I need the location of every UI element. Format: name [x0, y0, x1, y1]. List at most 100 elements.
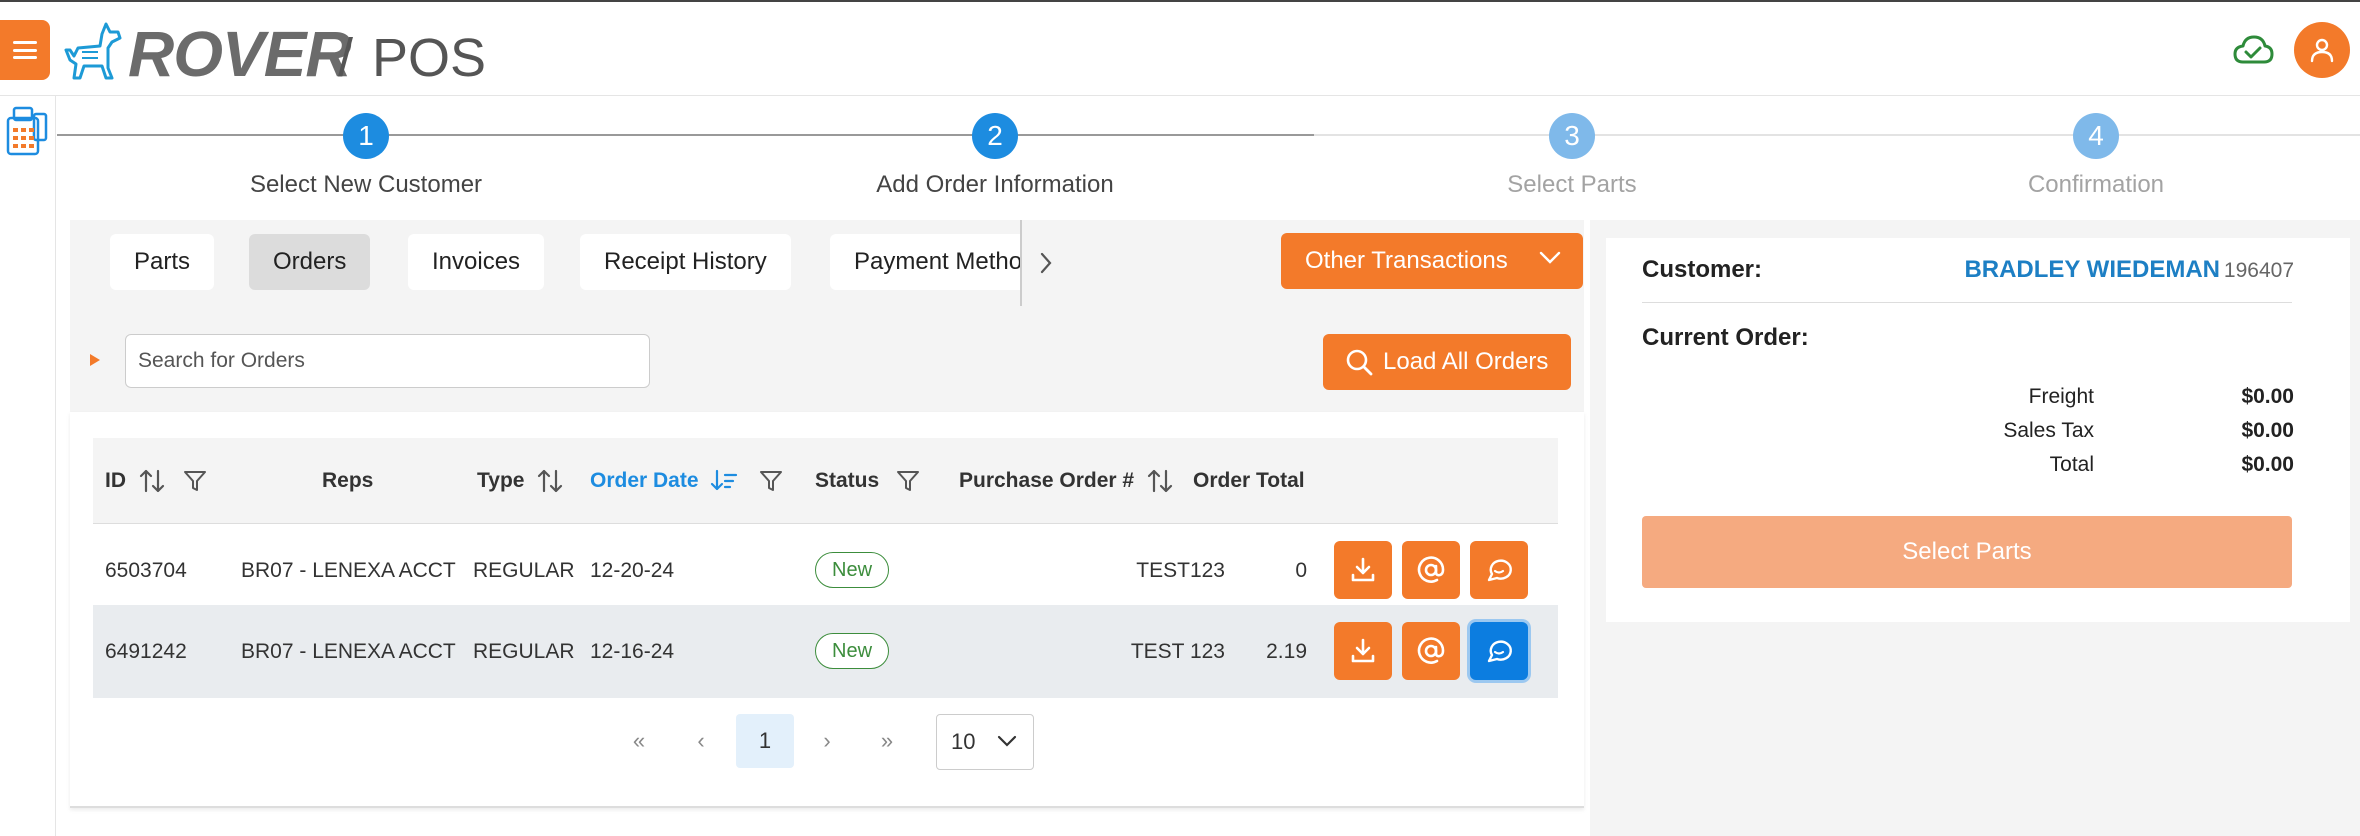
customer-label: Customer:: [1642, 256, 1763, 283]
cell-reps: BR07 - LENEXA ACCT: [241, 640, 456, 663]
left-rail: [0, 96, 56, 836]
download-button[interactable]: [1334, 622, 1392, 680]
tab-orders[interactable]: Orders: [249, 234, 371, 290]
customer-name-link[interactable]: BRADLEY WIEDEMAN: [1964, 256, 2220, 284]
select-parts-button[interactable]: Select Parts: [1642, 516, 2292, 588]
tab-invoices[interactable]: Invoices: [408, 234, 545, 290]
step-add-order-info[interactable]: 2 Add Order Information: [815, 113, 1175, 199]
hamburger-icon: [13, 41, 37, 59]
step-label: Select Parts: [1507, 171, 1637, 198]
divider: [1642, 302, 2292, 303]
orders-table-panel: ID Reps Type Order Date Status Purchase …: [70, 412, 1584, 808]
expand-filters-icon[interactable]: [90, 354, 100, 366]
chat-icon: [1487, 559, 1512, 582]
page-size-select[interactable]: 10: [936, 714, 1034, 770]
column-header-order-date[interactable]: Order Date: [590, 438, 784, 524]
cell-id: 6491242: [105, 640, 187, 663]
register-icon[interactable]: [4, 104, 48, 156]
email-button[interactable]: [1402, 622, 1460, 680]
menu-button[interactable]: [0, 20, 50, 80]
chevron-right-icon: [1040, 252, 1052, 274]
sort-descending-icon[interactable]: [710, 467, 738, 495]
prev-page-button[interactable]: ‹: [676, 714, 726, 768]
cell-purchase-order: TEST123: [1136, 559, 1225, 582]
cell-order-total: 2.19: [1266, 640, 1307, 663]
step-number: 4: [2073, 113, 2119, 159]
sales-tax-value: $0.00: [2241, 419, 2294, 442]
column-header-status[interactable]: Status: [815, 438, 921, 524]
cell-type: REGULAR: [473, 559, 575, 582]
cell-reps: BR07 - LENEXA ACCT: [241, 559, 456, 582]
step-select-parts[interactable]: 3 Select Parts: [1392, 113, 1752, 199]
email-icon: [1417, 556, 1445, 583]
email-icon: [1417, 637, 1445, 664]
status-badge: New: [815, 633, 890, 669]
sort-icon[interactable]: [1146, 467, 1174, 495]
table-row[interactable]: 6503704 BR07 - LENEXA ACCT REGULAR 12-20…: [93, 524, 1558, 617]
step-label: Confirmation: [2027, 171, 2165, 198]
page-1-button[interactable]: 1: [736, 714, 794, 768]
load-all-orders-label: Load All Orders: [1383, 348, 1549, 375]
table-row[interactable]: 6491242 BR07 - LENEXA ACCT REGULAR 12-16…: [93, 605, 1558, 698]
cell-id: 6503704: [105, 559, 187, 582]
tab-scroll-next[interactable]: [1020, 220, 1070, 306]
column-header-purchase-order[interactable]: Purchase Order #: [959, 438, 1174, 524]
filter-icon[interactable]: [895, 468, 921, 494]
other-transactions-dropdown[interactable]: Other Transactions: [1281, 233, 1583, 289]
order-stepper: 1 Select New Customer 2 Add Order Inform…: [57, 96, 2360, 216]
step-number: 3: [1549, 113, 1595, 159]
cell-type: REGULAR: [473, 640, 575, 663]
last-page-button[interactable]: »: [862, 714, 912, 768]
cell-order-date: 12-20-24: [590, 559, 675, 582]
app-header: ROVER / POS: [0, 2, 2360, 96]
next-page-button[interactable]: ›: [802, 714, 852, 768]
total-value: $0.00: [2241, 453, 2294, 476]
column-header-order-total: Order Total: [1193, 469, 1305, 492]
step-number: 2: [972, 113, 1018, 159]
tab-parts[interactable]: Parts: [110, 234, 215, 290]
user-menu-button[interactable]: [2294, 22, 2350, 78]
order-summary-panel: Customer: BRADLEY WIEDEMAN 196407 Curren…: [1606, 238, 2350, 622]
step-label: Select New Customer: [249, 171, 483, 198]
user-icon: [2310, 38, 2334, 63]
cell-purchase-order: TEST 123: [1130, 640, 1225, 663]
step-confirmation[interactable]: 4 Confirmation: [1916, 113, 2276, 199]
chevron-down-icon: [997, 735, 1017, 747]
freight-value: $0.00: [2241, 385, 2294, 408]
total-label: Total: [2049, 453, 2094, 476]
column-header-type[interactable]: Type: [477, 438, 564, 524]
first-page-button[interactable]: «: [614, 714, 664, 768]
filter-icon[interactable]: [182, 468, 208, 494]
search-icon: [1346, 349, 1373, 376]
download-button[interactable]: [1334, 541, 1392, 599]
download-icon: [1351, 557, 1375, 582]
step-select-customer[interactable]: 1 Select New Customer: [186, 113, 546, 199]
tab-payment-methods[interactable]: Payment Metho: [830, 234, 1020, 290]
current-order-label: Current Order:: [1642, 324, 1809, 351]
customer-id: 196407: [2223, 259, 2294, 282]
column-header-id[interactable]: ID: [105, 438, 208, 524]
brand-separator: /: [338, 28, 354, 88]
other-transactions-label: Other Transactions: [1305, 247, 1508, 274]
page-size-value: 10: [951, 729, 976, 754]
app-name: POS: [372, 28, 487, 88]
tab-receipt-history[interactable]: Receipt History: [580, 234, 791, 290]
chevron-down-icon: [1539, 251, 1561, 264]
message-button[interactable]: [1470, 622, 1528, 680]
email-button[interactable]: [1402, 541, 1460, 599]
sales-tax-label: Sales Tax: [2003, 419, 2094, 442]
sort-icon[interactable]: [138, 467, 166, 495]
column-header-reps: Reps: [322, 469, 374, 492]
message-button[interactable]: [1470, 541, 1528, 599]
sort-icon[interactable]: [536, 467, 564, 495]
chat-icon: [1487, 640, 1512, 663]
cloud-check-icon[interactable]: [2232, 32, 2274, 68]
freight-label: Freight: [2028, 385, 2094, 408]
cell-order-total: 0: [1295, 559, 1307, 582]
search-orders-input[interactable]: [125, 334, 650, 388]
tab-bar: Parts Orders Invoices Receipt History Pa…: [70, 220, 1584, 306]
load-all-orders-button[interactable]: Load All Orders: [1323, 334, 1571, 390]
dog-icon: [64, 22, 122, 80]
filter-icon[interactable]: [758, 468, 784, 494]
download-icon: [1351, 638, 1375, 663]
